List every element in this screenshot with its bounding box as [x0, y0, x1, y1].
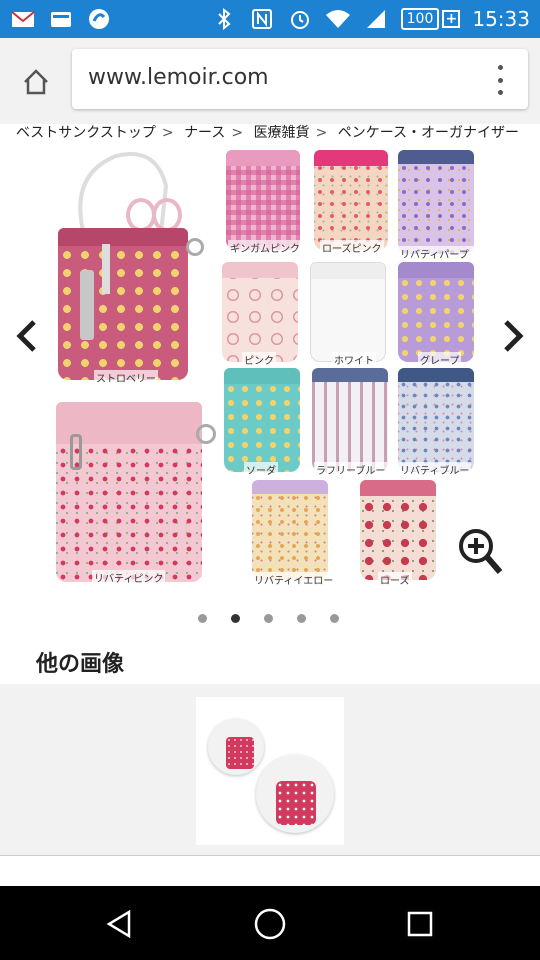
status-bar: 100 + 15:33	[0, 0, 540, 38]
wifi-icon	[325, 6, 351, 32]
home-nav-button[interactable]	[250, 904, 290, 944]
color-label: ローズ	[378, 572, 412, 587]
other-image-thumbnail[interactable]	[196, 697, 344, 845]
pouch-liberty-pink	[56, 402, 202, 582]
color-label: ローズピンク	[320, 240, 384, 255]
signal-icon	[363, 6, 389, 32]
system-icons: 100 + 15:33	[211, 6, 530, 32]
product-image: ピンク	[222, 262, 302, 367]
pouch-rose-pink	[314, 150, 388, 250]
pager-dot[interactable]	[297, 614, 306, 623]
pouch-liberty-blue	[398, 368, 474, 472]
battery-indicator: 100 +	[400, 8, 461, 30]
product-image: グレープ	[398, 262, 478, 367]
recents-square-icon	[407, 911, 433, 937]
pager-dot[interactable]	[264, 614, 273, 623]
chevron-left-icon	[16, 320, 36, 352]
color-label: ギンガムピンク	[228, 240, 302, 255]
back-button[interactable]	[100, 904, 140, 944]
pouch-gingham-pink	[226, 150, 300, 250]
pouch-liberty-yellow	[252, 480, 328, 580]
product-image: リバティブルー	[398, 368, 478, 478]
key-icon	[80, 270, 94, 340]
address-bar[interactable]: www.lemoir.com	[72, 49, 528, 109]
url-text: www.lemoir.com	[88, 65, 269, 90]
pouch-rose	[360, 480, 436, 580]
home-circle-icon	[254, 908, 286, 940]
zoom-button[interactable]	[456, 526, 504, 578]
breadcrumb-item[interactable]: ベストサンクストップ	[16, 125, 156, 141]
product-image: ホワイト	[310, 262, 390, 367]
back-triangle-icon	[106, 909, 131, 939]
color-label: ストロベリー	[94, 370, 158, 385]
recents-button[interactable]	[400, 904, 440, 944]
overflow-menu-button[interactable]	[490, 65, 510, 95]
bluetooth-icon	[211, 6, 237, 32]
alarm-icon	[287, 6, 313, 32]
home-button[interactable]	[14, 60, 58, 104]
color-label: リバティブルー	[398, 462, 472, 477]
product-image: ストロベリー	[56, 146, 216, 385]
chevron-right-icon	[504, 320, 524, 352]
pouch-pink	[222, 262, 298, 362]
mail-icon	[10, 6, 36, 32]
color-label: ラフリーブルー	[314, 462, 388, 477]
pouch-soda	[224, 368, 300, 472]
product-image: ラフリーブルー	[312, 368, 392, 478]
product-image: ギンガムピンク	[226, 150, 306, 255]
product-image: ソーダ	[224, 368, 304, 478]
pouch-strawberry	[58, 228, 188, 380]
pouch-grape	[398, 262, 474, 362]
charging-icon: +	[442, 10, 461, 28]
color-label: リバティピンク	[92, 570, 166, 585]
product-image: リバティピンク	[56, 402, 220, 585]
other-images-strip	[0, 684, 540, 856]
clock: 15:33	[472, 7, 530, 31]
previous-image-button[interactable]	[8, 316, 44, 356]
pager-dot[interactable]	[330, 614, 339, 623]
color-label: ソーダ	[244, 462, 278, 477]
battery-level: 100	[400, 8, 440, 30]
notification-icons	[10, 6, 112, 32]
color-label: グレープ	[418, 352, 462, 367]
color-label: ピンク	[242, 352, 276, 367]
color-label: ホワイト	[332, 352, 376, 367]
other-images-heading: 他の画像	[36, 652, 125, 677]
pouch-white	[310, 262, 386, 362]
app-icon	[86, 6, 112, 32]
breadcrumb: ベストサンクストップ > ナース > 医療雑貨 > ペンケース・オーガナイザー	[16, 125, 520, 141]
product-image: ローズ	[360, 480, 444, 587]
system-navigation-bar	[0, 886, 540, 960]
pager-dot-active[interactable]	[231, 614, 240, 623]
color-label: リバティイエロー	[252, 572, 336, 587]
next-image-button[interactable]	[496, 316, 532, 356]
wallet-icon	[48, 6, 74, 32]
product-image: ローズピンク	[314, 150, 394, 255]
pager-dot[interactable]	[198, 614, 207, 623]
pouch-liberty-purple	[398, 150, 474, 254]
product-image: リバティパープル	[398, 150, 478, 276]
zoom-in-icon	[459, 529, 503, 574]
home-icon	[24, 69, 48, 95]
breadcrumb-item[interactable]: 医療雑貨	[254, 125, 310, 141]
nfc-icon	[249, 6, 275, 32]
breadcrumb-item[interactable]: ナース	[184, 125, 225, 141]
browser-toolbar: www.lemoir.com	[0, 38, 540, 124]
pouch-ruffle-blue	[312, 368, 388, 472]
product-image-gallery[interactable]: ストロベリー リバティピンク ギンガムピンク ローズピンク リバティパープル ピ	[0, 146, 540, 592]
breadcrumb-item[interactable]: ペンケース・オーガナイザー	[338, 125, 519, 141]
product-image: リバティイエロー	[252, 480, 336, 587]
gallery-pager	[198, 614, 339, 623]
